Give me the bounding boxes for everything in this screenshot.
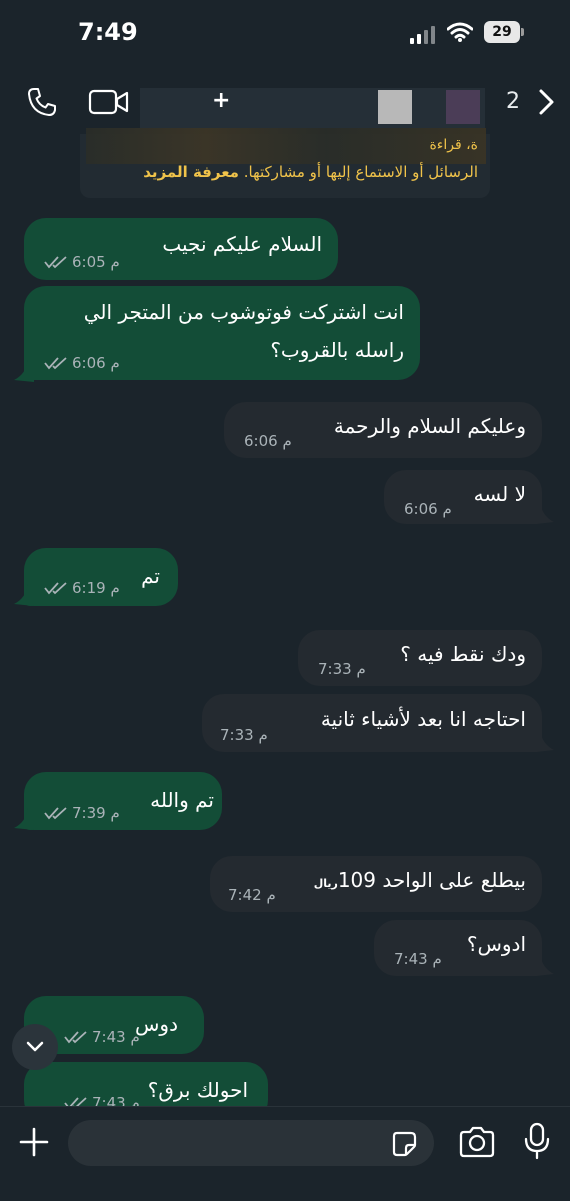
read-receipt-icon (44, 256, 67, 269)
message-text: احولك برق؟ (147, 1078, 248, 1102)
video-call-icon[interactable] (88, 88, 130, 116)
attach-plus-icon[interactable] (18, 1126, 50, 1158)
notice-line-1: ة، قراءة (429, 137, 478, 153)
message-text: راسله بالقروب؟ (270, 338, 404, 362)
message-time: 6:19 م (72, 579, 120, 597)
bubble-tail (14, 360, 34, 382)
currency-symbol: ريال (313, 877, 338, 890)
cellular-signal-icon (410, 26, 435, 44)
message-meta: 7:43 م (64, 1028, 140, 1046)
message-text: السلام عليكم نجيب (162, 232, 322, 256)
camera-icon[interactable] (458, 1126, 496, 1158)
scroll-to-bottom-button[interactable] (12, 1024, 58, 1070)
message-meta: 6:06 م (44, 354, 120, 372)
notice-gradient (86, 128, 486, 164)
message-time: 7:39 م (72, 804, 120, 822)
bubble-tail (536, 954, 554, 976)
bubble-tail (14, 584, 34, 606)
wifi-icon (447, 22, 473, 42)
phone-icon[interactable] (26, 86, 58, 118)
message-text: ودك نقط فيه ؟ (400, 642, 526, 666)
message-time: 6:06 م (72, 354, 120, 372)
message-time: 7:42 م (228, 886, 276, 904)
read-receipt-icon (44, 807, 67, 820)
message-meta: 6:05 م (44, 253, 120, 271)
notice-line-2: الرسائل أو الاستماع إليها أو مشاركتها. م… (143, 163, 478, 181)
status-bar: 7:49 29 (0, 0, 570, 70)
chevron-right-icon[interactable] (538, 88, 556, 116)
notice-text: الرسائل أو الاستماع إليها أو مشاركتها. (243, 163, 478, 181)
redacted-avatar-2[interactable] (446, 90, 480, 124)
message-text: تم (141, 564, 160, 588)
battery-tip (521, 28, 524, 36)
message-body: بيطلع على الواحد 109 (337, 868, 526, 892)
read-receipt-icon (44, 582, 67, 595)
message-text: تم والله (150, 788, 214, 812)
add-icon[interactable]: + (212, 88, 230, 113)
message-text: دوس (135, 1012, 178, 1036)
message-time: 7:33 م (220, 726, 268, 744)
message-time: 7:43 م (394, 950, 442, 968)
sticker-icon[interactable] (390, 1130, 418, 1158)
message-text: وعليكم السلام والرحمة (333, 414, 526, 438)
message-time: 6:06 م (404, 500, 452, 518)
bubble-tail (536, 502, 554, 524)
redacted-contact-name[interactable] (140, 88, 485, 128)
battery-indicator: 29 (484, 21, 520, 43)
message-meta: 7:39 م (44, 804, 120, 822)
message-time: 7:43 م (92, 1028, 140, 1046)
microphone-icon[interactable] (524, 1122, 550, 1160)
status-time: 7:49 (78, 18, 138, 46)
chevron-down-icon (26, 1041, 44, 1052)
read-receipt-icon (44, 357, 67, 370)
unread-count: 2 (506, 89, 520, 114)
message-input[interactable] (68, 1120, 434, 1166)
learn-more-link[interactable]: معرفة المزيد (143, 163, 239, 181)
message-text: ادوس؟ (466, 932, 526, 956)
message-time: 6:06 م (244, 432, 292, 450)
message-text: احتاجه انا بعد لأشياء ثانية (320, 707, 526, 731)
message-time: 6:05 م (72, 253, 120, 271)
message-text: لا لسه (473, 482, 526, 506)
bubble-tail (536, 730, 554, 752)
message-text: انت اشتركت فوتوشوب من المتجر الي (83, 300, 404, 324)
read-receipt-icon (64, 1031, 87, 1044)
message-meta: 6:19 م (44, 579, 120, 597)
redacted-avatar[interactable] (378, 90, 412, 124)
message-time: 7:33 م (318, 660, 366, 678)
bubble-tail (14, 808, 34, 830)
message-text: بيطلع على الواحد 109ريال (314, 868, 526, 892)
